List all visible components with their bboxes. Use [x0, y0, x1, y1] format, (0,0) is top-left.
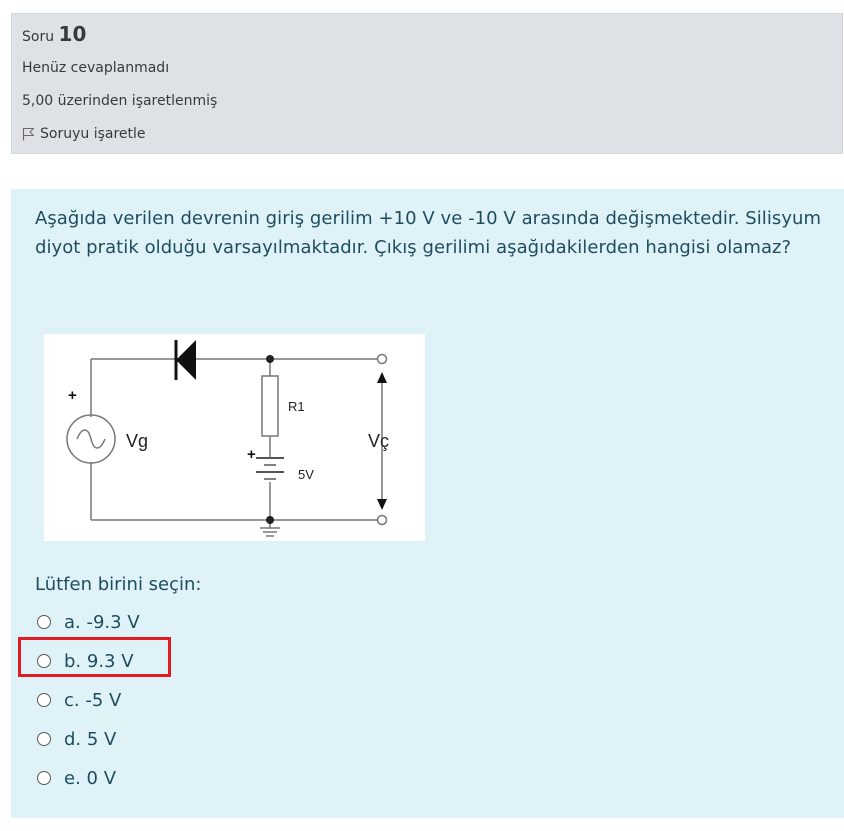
option-e-label: e. 0 V — [64, 767, 117, 789]
output-arrow-down — [377, 499, 387, 510]
flag-label: Soruyu işaretle — [40, 126, 146, 142]
output-terminal-bottom — [376, 514, 388, 526]
output-terminal-top — [376, 353, 388, 365]
flag-question-link[interactable]: Soruyu işaretle — [22, 126, 146, 142]
question-number: Soru 10 — [22, 22, 86, 46]
option-a-label: a. -9.3 V — [64, 611, 140, 633]
option-c[interactable]: c. -5 V — [37, 687, 121, 713]
option-c-radio[interactable] — [37, 693, 51, 707]
option-e-radio[interactable] — [37, 771, 51, 785]
highlight-box — [18, 637, 171, 677]
battery-label: 5V — [298, 467, 314, 482]
question-text: Aşağıda verilen devrenin giriş gerilim +… — [35, 208, 822, 258]
question-info-panel: Soru 10 Henüz cevaplanmadı 5,00 üzerinde… — [11, 13, 843, 154]
question-state: Henüz cevaplanmadı — [22, 60, 170, 76]
circuit-svg: + Vg R1 + 5V Vç — [66, 340, 389, 537]
source-plus-label: + — [68, 387, 77, 404]
resistor-symbol — [261, 375, 279, 437]
option-e[interactable]: e. 0 V — [37, 765, 116, 791]
question-number-value: 10 — [58, 22, 87, 46]
battery-plus-label: + — [247, 446, 256, 463]
source-label: Vg — [126, 431, 148, 451]
option-a[interactable]: a. -9.3 V — [37, 609, 140, 635]
output-label: Vç — [368, 431, 389, 451]
flag-icon — [22, 128, 34, 141]
circuit-diagram: + Vg R1 + 5V Vç — [44, 334, 425, 541]
option-a-radio[interactable] — [37, 615, 51, 629]
answer-prompt: Lütfen birini seçin: — [35, 574, 202, 595]
question-grade: 5,00 üzerinden işaretlenmiş — [22, 93, 218, 109]
resistor-label: R1 — [288, 399, 305, 414]
question-label: Soru — [22, 29, 55, 45]
option-d[interactable]: d. 5 V — [37, 726, 116, 752]
diode-symbol — [174, 340, 196, 380]
option-d-radio[interactable] — [37, 732, 51, 746]
output-arrow-up — [377, 372, 387, 383]
battery-symbol — [256, 457, 284, 480]
option-c-label: c. -5 V — [64, 689, 122, 711]
option-d-label: d. 5 V — [64, 728, 117, 750]
question-content: Aşağıda verilen devrenin giriş gerilim +… — [11, 189, 844, 818]
